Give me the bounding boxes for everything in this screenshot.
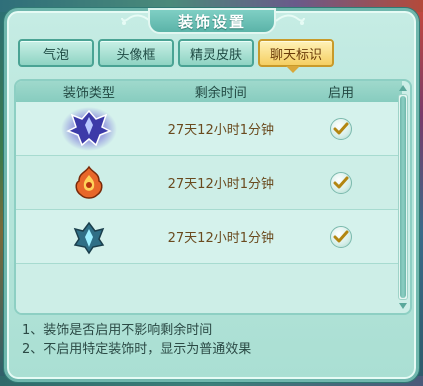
- table-row: 27天12小时1分钟: [16, 156, 402, 210]
- note-line: 2、不启用特定装饰时，显示为普通效果: [22, 342, 252, 357]
- scroll-thumb[interactable]: [400, 96, 406, 298]
- notes: 1、装饰是否启用不影响剩余时间 2、不启用特定装饰时，显示为普通效果: [22, 321, 251, 359]
- title-ornament-left-icon: [121, 14, 150, 25]
- enabled-checkbox[interactable]: [329, 117, 352, 140]
- remaining-time: 27天12小时1分钟: [167, 123, 274, 138]
- decoration-tabs: 气泡 头像框 精灵皮肤 聊天标识: [18, 39, 334, 67]
- active-tab-pointer-icon: [286, 66, 300, 73]
- header-enabled: 启用: [327, 86, 354, 101]
- table-row: 27天12小时1分钟: [16, 102, 402, 156]
- cyan-crystal-emblem-icon: [73, 221, 105, 254]
- tab-avatar-frame[interactable]: 头像框: [98, 39, 174, 67]
- table-scrollbar[interactable]: [398, 83, 408, 313]
- table-row: 27天12小时1分钟: [16, 210, 402, 264]
- tab-sprite-skin[interactable]: 精灵皮肤: [178, 39, 254, 67]
- note-line: 1、装饰是否启用不影响剩余时间: [22, 323, 213, 338]
- table-header: 装饰类型 剩余时间 启用: [16, 81, 402, 102]
- header-remaining: 剩余时间: [194, 86, 247, 101]
- remaining-time: 27天12小时1分钟: [167, 177, 274, 192]
- tab-bubble[interactable]: 气泡: [18, 39, 94, 67]
- tab-chat-badge[interactable]: 聊天标识: [258, 39, 334, 67]
- header-type: 装饰类型: [62, 86, 115, 101]
- table-empty-area: [16, 264, 402, 313]
- window-title: 装饰设置: [177, 12, 246, 31]
- enabled-checkbox[interactable]: [329, 225, 352, 248]
- orange-flame-emblem-icon: [75, 165, 103, 199]
- scroll-track[interactable]: [398, 94, 408, 300]
- window-title-bar: 装饰设置: [148, 8, 276, 34]
- checkmark-icon: [333, 122, 349, 134]
- decoration-table: 装饰类型 剩余时间 启用 27天12小时1分钟 27天12小时1分钟 27天12…: [14, 79, 412, 315]
- purple-dragon-emblem-icon: [60, 106, 117, 151]
- scroll-down-icon[interactable]: [398, 301, 408, 311]
- checkmark-icon: [333, 230, 349, 242]
- enabled-checkbox[interactable]: [329, 171, 352, 194]
- remaining-time: 27天12小时1分钟: [167, 231, 274, 246]
- scroll-up-icon[interactable]: [398, 83, 408, 93]
- checkmark-icon: [333, 176, 349, 188]
- title-ornament-right-icon: [276, 14, 305, 25]
